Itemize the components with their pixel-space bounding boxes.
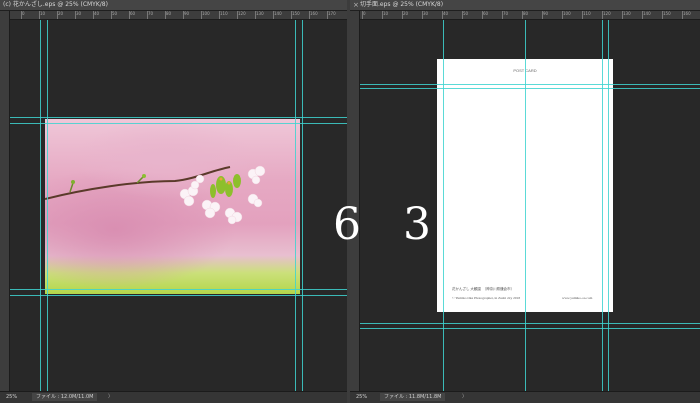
close-icon[interactable]: × — [353, 0, 359, 10]
ruler-tick: 130 — [255, 11, 264, 19]
ruler-tick: 30 — [421, 11, 429, 19]
ruler-tick: 120 — [602, 11, 611, 19]
right-file-info: ファイル : 11.8M/11.8M — [380, 393, 446, 401]
right-zoom-level[interactable]: 25% — [356, 392, 367, 403]
right-status-menu-arrow[interactable]: 〉 — [462, 392, 467, 403]
ruler-tick: 50 — [461, 11, 469, 19]
guide-horizontal[interactable] — [360, 84, 700, 85]
ruler-tick: 60 — [481, 11, 489, 19]
ruler-tick: 140 — [273, 11, 282, 19]
right-horizontal-ruler[interactable]: 0 10 20 30 40 50 60 70 80 90 100 110 120… — [359, 11, 700, 20]
guide-vertical[interactable] — [295, 20, 296, 392]
ruler-tick: 40 — [441, 11, 449, 19]
right-document-title: 切手面.eps @ 25% (CMYK/8) — [360, 1, 444, 8]
ruler-tick: 60 — [128, 11, 136, 19]
left-document-tab[interactable]: (c) 花かんざし.eps @ 25% (CMYK/8) — [0, 0, 347, 11]
ruler-tick: 20 — [56, 11, 64, 19]
left-status-bar: 25% ファイル : 12.0M/11.0M 〉 — [0, 391, 347, 403]
ruler-tick: 70 — [501, 11, 509, 19]
right-status-bar: 25% ファイル : 11.8M/11.8M 〉 — [350, 391, 700, 403]
cherry-blossom-photo[interactable] — [45, 119, 300, 294]
ruler-tick: 80 — [521, 11, 529, 19]
guide-horizontal[interactable] — [10, 295, 347, 296]
right-document-tab[interactable]: × 切手面.eps @ 25% (CMYK/8) — [350, 0, 700, 11]
guide-horizontal[interactable] — [10, 123, 347, 124]
guide-vertical[interactable] — [608, 20, 609, 392]
overlay-number: 6 3 — [333, 199, 445, 250]
ruler-tick: 100 — [201, 11, 210, 19]
ruler-tick: 130 — [622, 11, 631, 19]
ruler-tick: 160 — [682, 11, 691, 19]
ruler-tick: 110 — [582, 11, 591, 19]
ruler-tick: 80 — [164, 11, 172, 19]
ruler-tick: 0 — [362, 11, 366, 19]
guide-horizontal[interactable] — [360, 328, 700, 329]
ruler-tick: 100 — [562, 11, 571, 19]
ruler-tick: 160 — [309, 11, 318, 19]
postcard-url: www.yumiko-oa.com — [562, 296, 593, 300]
guide-horizontal[interactable] — [10, 117, 347, 118]
ruler-tick: 120 — [237, 11, 246, 19]
ruler-tick: 40 — [92, 11, 100, 19]
guide-vertical[interactable] — [40, 20, 41, 392]
left-file-info: ファイル : 12.0M/11.0M — [32, 393, 98, 401]
postcard-caption: 花かんざし 大観園 （神奈川県鎌倉市） — [452, 287, 515, 291]
guide-horizontal[interactable] — [360, 323, 700, 324]
ruler-tick: 10 — [38, 11, 46, 19]
left-zoom-level[interactable]: 25% — [6, 392, 17, 403]
guide-horizontal[interactable] — [360, 88, 700, 89]
guide-vertical[interactable] — [525, 20, 526, 392]
guide-vertical[interactable] — [302, 20, 303, 392]
ruler-tick: 110 — [219, 11, 228, 19]
ruler-tick: 90 — [182, 11, 190, 19]
left-document-title: (c) 花かんざし.eps @ 25% (CMYK/8) — [3, 1, 108, 8]
left-vertical-ruler[interactable] — [0, 11, 10, 392]
guide-horizontal[interactable] — [10, 289, 347, 290]
left-document-window: (c) 花かんざし.eps @ 25% (CMYK/8) 0 10 20 30 … — [0, 0, 347, 403]
guide-vertical[interactable] — [602, 20, 603, 392]
guide-vertical[interactable] — [47, 20, 48, 392]
postcard-credit: © Yumiko Oka Photographer, in Zushi city… — [452, 296, 521, 300]
ruler-tick: 50 — [110, 11, 118, 19]
ruler-tick: 20 — [401, 11, 409, 19]
ruler-tick: 140 — [642, 11, 651, 19]
ruler-tick: 30 — [74, 11, 82, 19]
ruler-tick: 0 — [21, 11, 25, 19]
ruler-tick: 170 — [327, 11, 336, 19]
ruler-tick: 10 — [381, 11, 389, 19]
ruler-tick: 70 — [146, 11, 154, 19]
left-horizontal-ruler[interactable]: 0 10 20 30 40 50 60 70 80 90 100 110 120… — [9, 11, 347, 20]
left-status-menu-arrow[interactable]: 〉 — [108, 392, 113, 403]
cherry-blossom-branch — [45, 165, 266, 225]
ruler-tick: 90 — [541, 11, 549, 19]
ruler-tick: 150 — [291, 11, 300, 19]
ruler-tick: 150 — [662, 11, 671, 19]
